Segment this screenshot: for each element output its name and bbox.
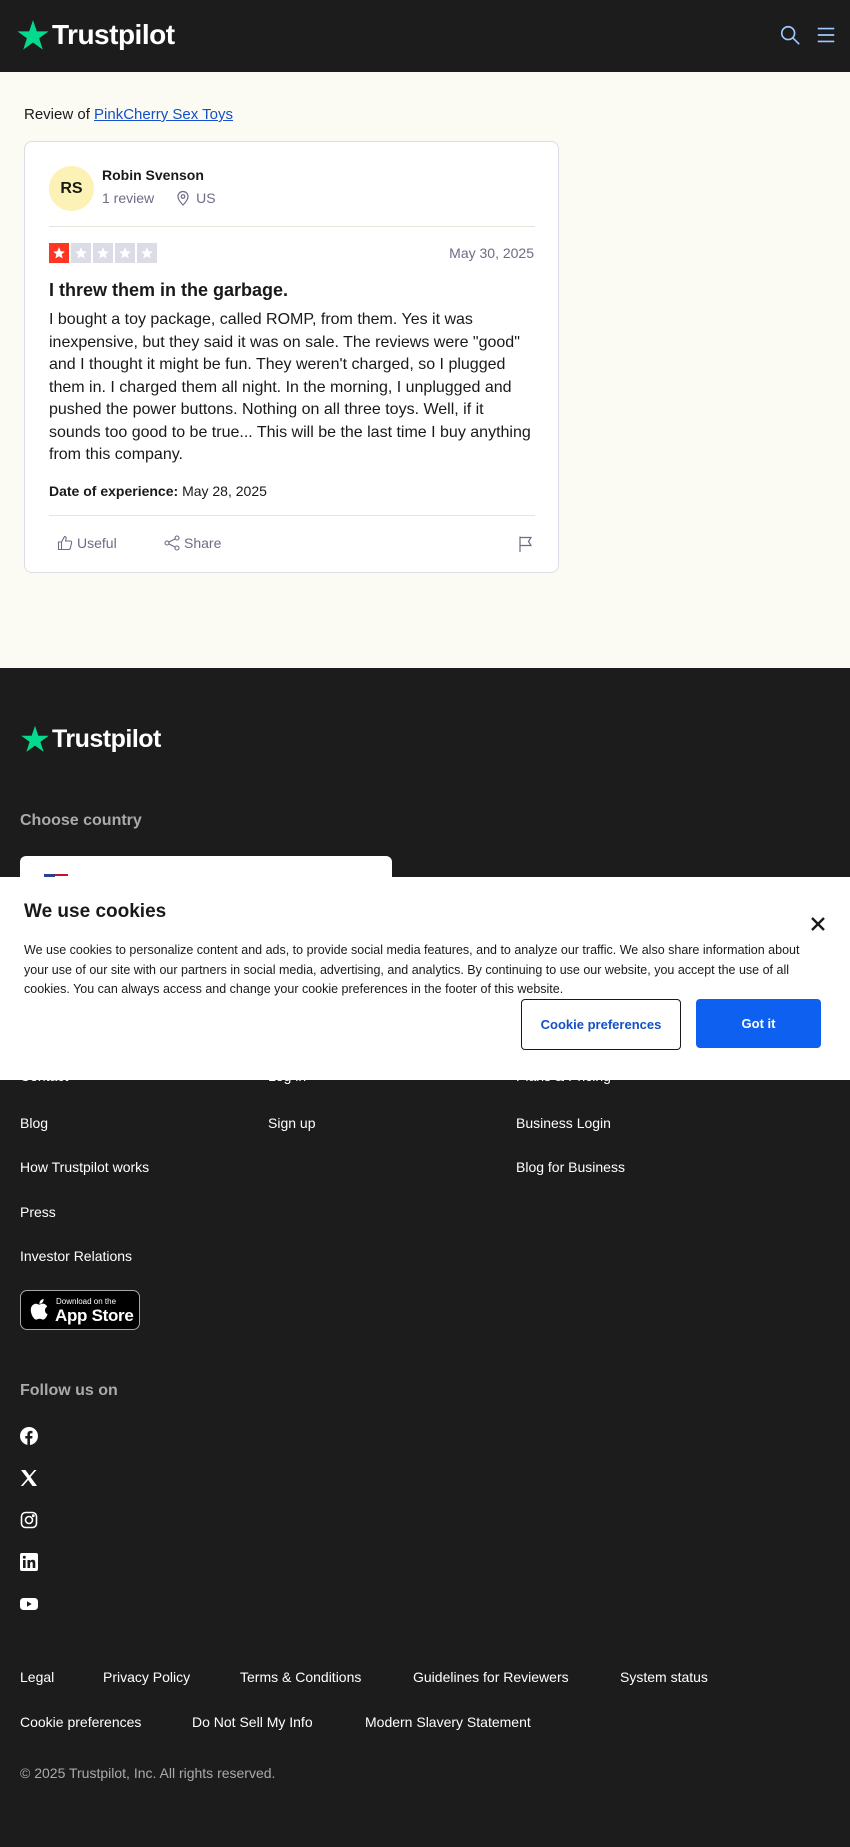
logo-text: Trustpilot [52, 724, 161, 753]
review-of-line: Review of PinkCherry Sex Toys [24, 106, 233, 123]
review-count: 1 review [102, 190, 155, 206]
copyright: © 2025 Trustpilot, Inc. All rights reser… [20, 1765, 276, 1781]
instagram-icon[interactable] [20, 1511, 38, 1529]
experience-label: Date of experience: [49, 483, 179, 499]
useful-button[interactable]: Useful [57, 535, 117, 551]
star-empty-icon [71, 243, 91, 263]
star-empty-icon [115, 243, 135, 263]
logo-text: Trustpilot [52, 19, 175, 50]
avatar[interactable]: RS [49, 166, 94, 211]
review-actions: Useful Share [49, 535, 535, 559]
legal-link-cookie-preferences[interactable]: Cookie preferences [20, 1714, 141, 1730]
cookie-text: We use cookies to personalize content an… [24, 943, 800, 996]
close-icon[interactable] [808, 914, 828, 934]
star-logo-icon [17, 20, 49, 50]
facebook-icon[interactable] [20, 1427, 38, 1445]
footer-link-blog-for-business[interactable]: Blog for Business [516, 1159, 625, 1175]
review-card: RS Robin Svenson 1 review US May 30, 202… [24, 141, 559, 573]
linkedin-icon[interactable] [20, 1553, 38, 1571]
apple-icon [30, 1299, 48, 1320]
cookie-banner: We use cookies We use cookies to persona… [0, 877, 850, 1080]
menu-icon[interactable] [815, 24, 837, 46]
card-divider-bottom [49, 515, 535, 516]
choose-country-heading: Choose country [20, 812, 142, 829]
useful-label: Useful [77, 535, 117, 551]
footer-link-sign-up[interactable]: Sign up [268, 1115, 315, 1131]
footer-link-press[interactable]: Press [20, 1204, 56, 1220]
cookie-preferences-button[interactable]: Cookie preferences [521, 999, 681, 1050]
search-icon[interactable] [779, 24, 801, 46]
review-of-prefix: Review of [24, 106, 90, 123]
company-link[interactable]: PinkCherry Sex Toys [94, 106, 233, 123]
star-filled-icon [49, 243, 69, 263]
footer-link-blog[interactable]: Blog [20, 1115, 48, 1131]
reviewer-meta: 1 review US [102, 190, 216, 206]
thumbs-up-icon [57, 535, 73, 551]
footer-link-business-login[interactable]: Business Login [516, 1115, 611, 1131]
site-header: Trustpilot [0, 0, 850, 72]
legal-link-system-status[interactable]: System status [620, 1669, 708, 1685]
review-title: I threw them in the garbage. [49, 280, 289, 300]
footer-link-how-trustpilot-works[interactable]: How Trustpilot works [20, 1159, 149, 1175]
app-store-badge[interactable]: Download on the App Store [20, 1290, 140, 1330]
legal-link-legal[interactable]: Legal [20, 1669, 54, 1685]
review-body: I bought a toy package, called ROMP, fro… [49, 311, 531, 463]
legal-link-modern-slavery[interactable]: Modern Slavery Statement [365, 1714, 531, 1730]
trustpilot-logo[interactable]: Trustpilot [16, 18, 175, 52]
footer-link-investor-relations[interactable]: Investor Relations [20, 1248, 132, 1264]
share-button[interactable]: Share [164, 535, 221, 551]
review-date: May 30, 2025 [449, 245, 534, 261]
x-icon[interactable] [20, 1469, 38, 1487]
star-empty-icon [137, 243, 157, 263]
legal-link-privacy-policy[interactable]: Privacy Policy [103, 1669, 190, 1685]
youtube-icon[interactable] [20, 1595, 38, 1613]
star-empty-icon [93, 243, 113, 263]
report-button[interactable] [517, 535, 535, 553]
star-rating [49, 243, 157, 263]
main-content: Review of PinkCherry Sex Toys RS Robin S… [0, 72, 850, 668]
cookie-title: We use cookies [24, 901, 167, 922]
share-icon [164, 535, 180, 551]
app-store-big-text: App Store [55, 1306, 134, 1325]
app-store-small-text: Download on the [56, 1297, 117, 1306]
follow-us-heading: Follow us on [20, 1382, 118, 1399]
footer-trustpilot-logo[interactable]: Trustpilot [20, 724, 161, 754]
legal-link-do-not-sell[interactable]: Do Not Sell My Info [192, 1714, 313, 1730]
reviewer-country: US [196, 190, 216, 206]
card-divider-top [49, 226, 535, 227]
legal-link-guidelines[interactable]: Guidelines for Reviewers [413, 1669, 569, 1685]
star-logo-icon [21, 725, 49, 752]
location-pin-icon [177, 190, 189, 206]
legal-link-terms[interactable]: Terms & Conditions [240, 1669, 361, 1685]
flag-icon [519, 536, 533, 552]
reviewer-name[interactable]: Robin Svenson [102, 167, 204, 183]
experience-date: May 28, 2025 [182, 483, 267, 499]
share-label: Share [184, 535, 222, 551]
site-footer: Trustpilot Choose country Contact Blog H… [0, 668, 850, 1847]
got-it-button[interactable]: Got it [696, 999, 821, 1048]
date-of-experience: Date of experience: May 28, 2025 [49, 483, 267, 499]
